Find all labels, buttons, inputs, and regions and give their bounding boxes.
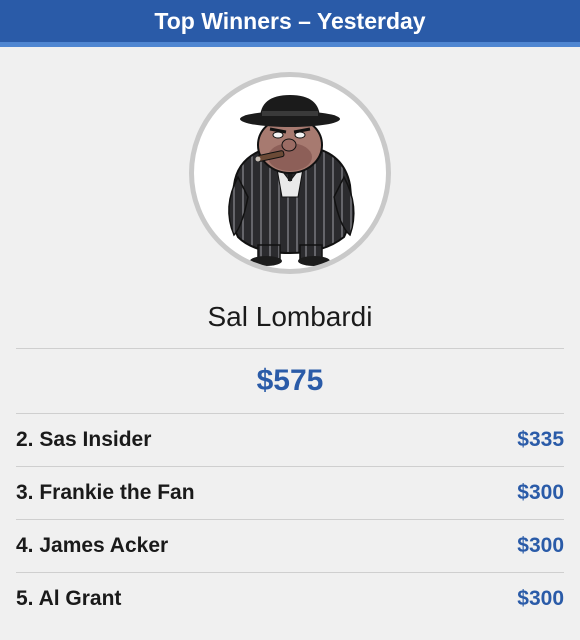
runner-name: 2. Sas Insider: [16, 428, 152, 451]
runner-amount: $300: [517, 587, 564, 610]
list-item: 5. Al Grant $300: [16, 572, 564, 625]
list-item: 2. Sas Insider $335: [16, 413, 564, 466]
runner-amount: $300: [517, 481, 564, 504]
winner-amount: $575: [256, 364, 324, 397]
runner-name: 5. Al Grant: [16, 587, 122, 610]
runner-amount: $335: [517, 428, 564, 451]
header-bar: Top Winners – Yesterday: [0, 0, 580, 47]
page-title: Top Winners – Yesterday: [154, 7, 426, 34]
runner-name: 3. Frankie the Fan: [16, 481, 195, 504]
runners-up-list: 2. Sas Insider $335 3. Frankie the Fan $…: [0, 413, 580, 625]
list-item: 3. Frankie the Fan $300: [16, 466, 564, 519]
runner-amount: $300: [517, 534, 564, 557]
gangster-avatar-icon: [189, 72, 391, 274]
top-winner-card: Sal Lombardi: [0, 47, 580, 335]
winner-name: Sal Lombardi: [207, 301, 373, 332]
list-item: 4. James Acker $300: [16, 519, 564, 572]
runner-name: 4. James Acker: [16, 534, 169, 557]
